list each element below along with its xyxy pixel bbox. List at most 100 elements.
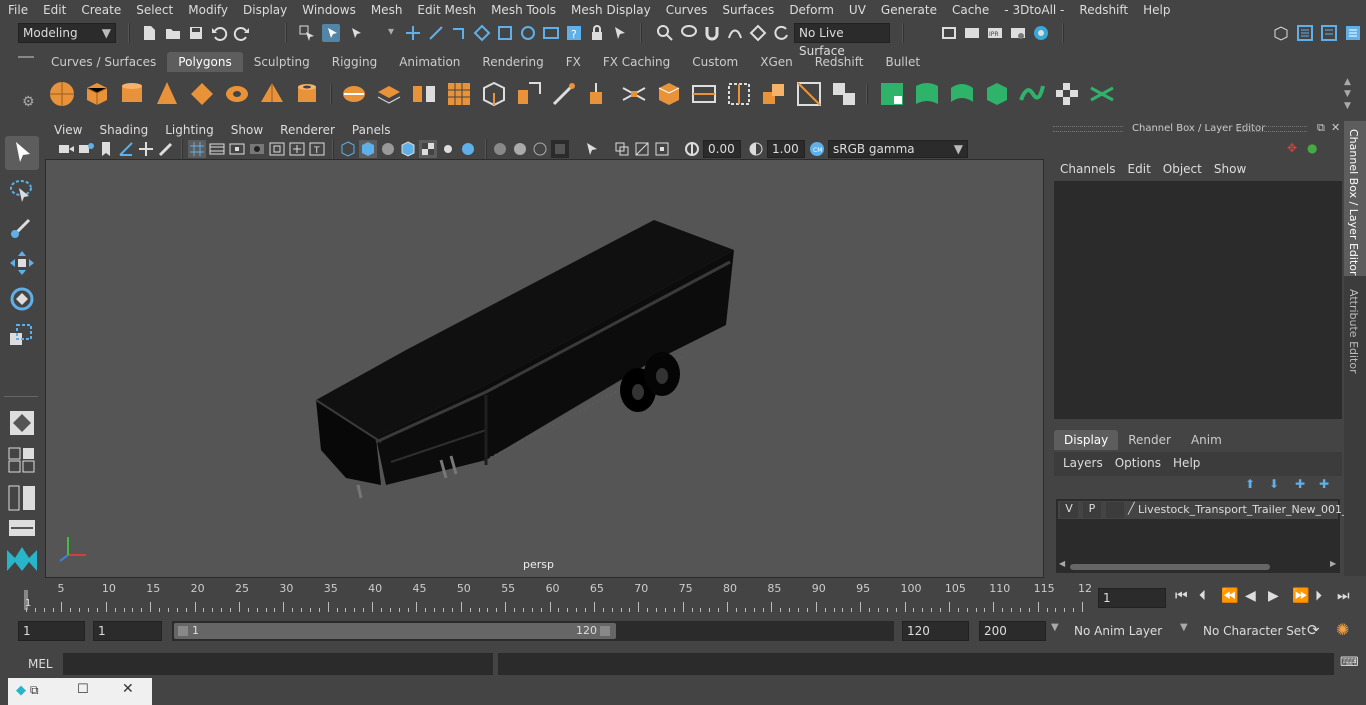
- tab-bullet[interactable]: Bullet: [874, 52, 931, 72]
- play-forwards-icon[interactable]: ▶: [1268, 588, 1279, 604]
- tab-render[interactable]: Render: [1118, 430, 1181, 450]
- close-icon[interactable]: ✕: [1331, 121, 1340, 134]
- scale-tool-icon[interactable]: [7, 320, 37, 350]
- visibility-toggle[interactable]: V: [1060, 502, 1078, 518]
- snap-curve-magnet-icon[interactable]: [726, 24, 744, 42]
- grease-pencil-icon[interactable]: [157, 140, 175, 158]
- smooth-icon[interactable]: [445, 80, 473, 108]
- magnet-icon[interactable]: [703, 24, 721, 42]
- edit-menu[interactable]: Edit: [1122, 162, 1157, 176]
- select-component-icon[interactable]: [346, 24, 364, 42]
- menu-select[interactable]: Select: [128, 0, 180, 20]
- poly-sphere-icon[interactable]: [48, 80, 76, 108]
- safe-title-icon[interactable]: T: [308, 140, 326, 158]
- playback-speed-icon[interactable]: ⟳: [1307, 621, 1320, 639]
- scroll-left-icon[interactable]: ◀: [1059, 559, 1065, 568]
- merge-icon[interactable]: [760, 80, 788, 108]
- motion-blur-icon[interactable]: [511, 140, 529, 158]
- poly-torus-icon[interactable]: [223, 80, 251, 108]
- two-d-pan-icon[interactable]: [137, 140, 155, 158]
- viewport-scene[interactable]: persp: [46, 160, 1043, 577]
- paint-select-tool-icon[interactable]: [7, 212, 37, 242]
- new-layer-selected-icon[interactable]: ✚: [1319, 477, 1329, 491]
- graph-layout-icon[interactable]: [7, 518, 37, 538]
- tab-rigging[interactable]: Rigging: [321, 52, 388, 72]
- menu-file[interactable]: File: [0, 0, 35, 20]
- fill-hole-icon[interactable]: [830, 80, 858, 108]
- safe-action-icon[interactable]: [288, 140, 306, 158]
- insert-edge-loop-icon[interactable]: [690, 80, 718, 108]
- step-back-key-icon[interactable]: ⏪: [1221, 588, 1238, 604]
- bridge-icon[interactable]: [620, 80, 648, 108]
- layer-row[interactable]: V P ╱ Livestock_Transport_Trailer_New_00…: [1058, 501, 1348, 519]
- step-back-icon[interactable]: ⏴: [1199, 588, 1206, 604]
- snap-rotate-icon[interactable]: [772, 24, 790, 42]
- xray-icon[interactable]: [613, 140, 631, 158]
- use-default-material-icon[interactable]: [379, 140, 397, 158]
- wireframe-on-shaded-icon[interactable]: [399, 140, 417, 158]
- smooth-shade-icon[interactable]: [359, 140, 377, 158]
- undo-icon[interactable]: [210, 24, 228, 42]
- screen-space-ao-icon[interactable]: [491, 140, 509, 158]
- poly-cube-icon[interactable]: [83, 80, 111, 108]
- shelf-scroll-arrows-icon[interactable]: ▲ ▼ ▼: [1344, 76, 1351, 112]
- tab-curves-surfaces[interactable]: Curves / Surfaces: [40, 52, 167, 72]
- snap-view-plane-icon[interactable]: [473, 24, 491, 42]
- channels-menu[interactable]: Channels: [1054, 162, 1122, 176]
- mode-dropdown[interactable]: Modeling ▼: [18, 23, 116, 43]
- command-input[interactable]: [63, 653, 493, 675]
- animation-preferences-icon[interactable]: ✺: [1336, 620, 1349, 639]
- live-surface-field[interactable]: No Live Surface: [794, 23, 890, 58]
- four-pane-layout-icon[interactable]: [7, 446, 37, 474]
- combine-icon[interactable]: [340, 80, 368, 108]
- float-panel-icon[interactable]: ⧉: [1317, 121, 1325, 135]
- tab-display[interactable]: Display: [1054, 430, 1119, 450]
- vp-menu-renderer[interactable]: Renderer: [271, 121, 343, 139]
- mirror-icon[interactable]: [410, 80, 438, 108]
- gamma-icon[interactable]: [747, 140, 765, 158]
- tab-channel-box-layer-editor[interactable]: Channel Box / Layer Editor: [1344, 121, 1366, 276]
- snap-mesh-icon[interactable]: [749, 24, 767, 42]
- channel-list[interactable]: [1054, 181, 1342, 419]
- tab-fx-caching[interactable]: FX Caching: [592, 52, 681, 72]
- tab-anim[interactable]: Anim: [1181, 430, 1232, 450]
- use-all-lights-icon[interactable]: [439, 140, 457, 158]
- tab-rendering[interactable]: Rendering: [471, 52, 554, 72]
- snap-grid-icon[interactable]: [404, 24, 422, 42]
- go-to-start-icon[interactable]: ⏮: [1175, 588, 1188, 604]
- redo-icon[interactable]: [233, 24, 251, 42]
- bevel-icon[interactable]: [655, 80, 683, 108]
- snap-live-icon[interactable]: [519, 24, 537, 42]
- remesh-icon[interactable]: [480, 80, 508, 108]
- scroll-right-icon[interactable]: ▶: [1330, 559, 1336, 568]
- tab-attribute-editor[interactable]: Attribute Editor: [1344, 283, 1366, 383]
- ipr-render-icon[interactable]: IPR: [986, 24, 1004, 42]
- layer-color-icon[interactable]: ╱: [1128, 502, 1135, 515]
- color-space-dropdown[interactable]: sRGB gamma ▼: [828, 140, 968, 158]
- vp-menu-shading[interactable]: Shading: [90, 121, 156, 139]
- menu-help[interactable]: Help: [1135, 0, 1177, 20]
- poly-cone-icon[interactable]: [153, 80, 181, 108]
- tab-custom[interactable]: Custom: [681, 52, 749, 72]
- go-to-end-icon[interactable]: ⏭: [1337, 588, 1350, 604]
- poly-pipe-icon[interactable]: [293, 80, 321, 108]
- render-settings-panel-icon[interactable]: [1009, 24, 1027, 42]
- menu-edit-mesh[interactable]: Edit Mesh: [409, 0, 483, 20]
- shelf-menu-icon[interactable]: [18, 56, 34, 58]
- uv-planar-icon[interactable]: [878, 80, 906, 108]
- tab-sculpting[interactable]: Sculpting: [243, 52, 321, 72]
- field-chart-icon[interactable]: [268, 140, 286, 158]
- uv-spherical-icon[interactable]: [948, 80, 976, 108]
- range-slider[interactable]: 1 120: [172, 621, 894, 641]
- shelf-gear-icon[interactable]: ⚙: [22, 94, 35, 110]
- uv-unfold-icon[interactable]: [1018, 80, 1046, 108]
- menu-curves[interactable]: Curves: [658, 0, 715, 20]
- select-object-icon[interactable]: [322, 24, 340, 42]
- display-type-toggle[interactable]: [1106, 502, 1124, 518]
- menu-mesh[interactable]: Mesh: [363, 0, 410, 20]
- move-layer-up-icon[interactable]: ⬆: [1245, 477, 1255, 491]
- tab-polygons[interactable]: Polygons: [167, 52, 243, 72]
- chevron-down-icon[interactable]: ▼: [1051, 622, 1059, 633]
- menu-mesh-display[interactable]: Mesh Display: [563, 0, 658, 20]
- textured-icon[interactable]: [419, 140, 437, 158]
